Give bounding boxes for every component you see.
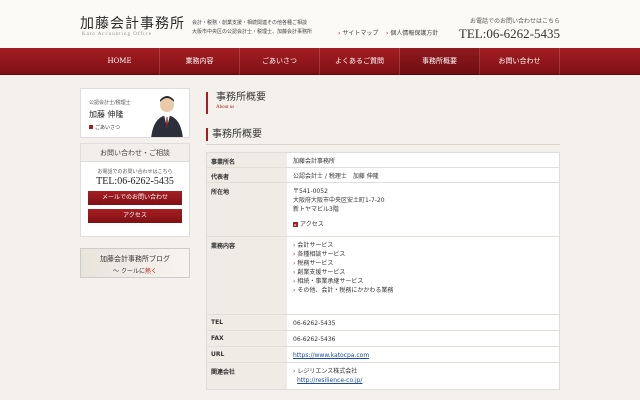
- page-heading: 事務所概要 About us: [206, 92, 266, 114]
- mail-contact-button[interactable]: メールでのお問い合わせ: [88, 191, 182, 205]
- service-item-succession[interactable]: › 相続・事業承継サービス: [293, 277, 553, 286]
- service-item-tax[interactable]: › 税務サービス: [293, 259, 553, 268]
- section-divider: [206, 144, 560, 145]
- site-logo-subtitle: Kato Accounting Office: [82, 32, 152, 37]
- section-title: 事務所概要: [206, 128, 560, 141]
- table-row: 業務内容 › 会計サービス › 各種相談サービス › 税務サービス › 創業支援サービス…: [207, 237, 559, 315]
- access-button[interactable]: アクセス: [88, 209, 182, 223]
- related-company-label-text: レジリエンス株式会社: [297, 368, 358, 375]
- page-subtitle: About us: [216, 105, 235, 110]
- table-row: 代表者 公認会計士 / 税理士 加藤 伸隆: [207, 168, 559, 183]
- representative-label: 代表者: [207, 168, 287, 182]
- fax-label: FAX: [207, 331, 287, 346]
- website-link[interactable]: https://www.katocpa.com: [293, 352, 369, 359]
- url-label: URL: [207, 347, 287, 362]
- nav-contact[interactable]: お問い合わせ: [480, 48, 560, 75]
- blog-banner[interactable]: 加藤会計事務所ブログ ～ クールに熱く: [80, 248, 190, 278]
- service-item-accounting[interactable]: › 会計サービス: [293, 241, 553, 250]
- service-label: 会計サービス: [297, 242, 334, 249]
- blog-title: 加藤会計事務所ブログ: [100, 255, 170, 263]
- table-row: TEL 06-6262-5435: [207, 315, 559, 331]
- profile-greeting-label: ごあいさつ: [95, 125, 121, 131]
- contact-box: お問い合わせ・ご相談 お電話でのお問い合わせはこちら TEL:06-6262-5…: [80, 143, 190, 237]
- nav-home[interactable]: HOME: [80, 48, 160, 75]
- arrow-right-icon: ›: [338, 30, 341, 37]
- site-header: 加藤会計事務所 Kato Accounting Office 会計・税務・創業支…: [0, 0, 640, 48]
- header-tel-number[interactable]: TEL:06-6262-5435: [459, 26, 560, 42]
- blog-subtitle-hot: 熱く: [144, 268, 157, 275]
- office-name-value: 加藤会計事務所: [293, 158, 336, 165]
- arrow-right-icon: ›: [293, 260, 296, 267]
- header-tagline: 会計・税務・創業支援・相続関連その他各種ご相談 大阪市中央区の公認会計士・税理士…: [192, 19, 312, 37]
- page-title: 事務所概要: [216, 92, 266, 103]
- sitemap-label: サイトマップ: [342, 30, 379, 37]
- service-label: 各種相談サービス: [297, 251, 346, 258]
- arrow-right-icon: ›: [293, 368, 296, 375]
- access-link-label: アクセス: [300, 221, 324, 228]
- contact-tel-number[interactable]: TEL:06-6262-5435: [81, 176, 189, 187]
- arrow-right-icon: ›: [386, 30, 389, 37]
- contact-tel-label: お電話でのお問い合わせはこちら: [97, 169, 173, 175]
- profile-greeting-link[interactable]: ごあいさつ: [89, 124, 120, 131]
- fax-value: 06-6262-5436: [293, 336, 336, 343]
- service-label: 創業支援サービス: [297, 269, 346, 276]
- service-item-startup[interactable]: › 創業支援サービス: [293, 268, 553, 277]
- blog-subtitle: ～ クールに熱く: [81, 266, 189, 275]
- arrow-right-icon: ›: [293, 251, 296, 258]
- site-logo[interactable]: 加藤会計事務所: [80, 13, 185, 33]
- service-label: 相続・事業承継サービス: [297, 278, 364, 285]
- privacy-label: 個人情報保護方針: [390, 30, 439, 37]
- nav-about[interactable]: 事務所概要: [400, 48, 480, 75]
- square-bullet-icon: [89, 125, 93, 129]
- service-label: その他、会計・税務にかかわる業務: [297, 287, 394, 294]
- profile-banner[interactable]: 公認会計士/税理士 加藤 伸隆 ごあいさつ: [80, 88, 190, 138]
- blog-subtitle-prefix: ～ クールに: [113, 268, 145, 275]
- table-row: 事業所名 加藤会計事務所: [207, 153, 559, 168]
- header-tagline-line-2: 大阪市中央区の公認会計士・税理士、加藤会計事務所: [192, 29, 313, 35]
- person-photo: [151, 96, 183, 137]
- arrow-right-icon: ›: [293, 242, 296, 249]
- related-company-name[interactable]: › レジリエンス株式会社: [293, 368, 357, 375]
- link-arrow-icon: ▸: [293, 222, 298, 227]
- privacy-link[interactable]: › 個人情報保護方針: [386, 28, 438, 37]
- related-company-link[interactable]: http://resilience-co.jp/: [293, 376, 553, 385]
- table-row: FAX 06-6262-5436: [207, 331, 559, 347]
- access-link[interactable]: ▸ アクセス: [293, 220, 553, 229]
- header-tel: お電話でのお問い合わせはこちら TEL:06-6262-5435: [459, 16, 560, 42]
- sitemap-link[interactable]: › サイトマップ: [338, 28, 378, 37]
- tel-label: TEL: [207, 315, 287, 330]
- office-info-table: 事業所名 加藤会計事務所 代表者 公認会計士 / 税理士 加藤 伸隆 所在地 〒…: [206, 152, 560, 390]
- address-label: 所在地: [207, 183, 287, 236]
- services-label: 業務内容: [207, 237, 287, 314]
- office-name-label: 事業所名: [207, 153, 287, 167]
- global-nav: HOME 業務内容 ごあいさつ よくあるご質問 事務所概要 お問い合わせ: [0, 48, 640, 75]
- address-value: 〒541-0052 大阪府大阪市中央区安土町1-7-20 新トヤマビル3階 ▸ ア…: [287, 183, 559, 236]
- address-line-1: 大阪府大阪市中央区安土町1-7-20: [293, 197, 385, 204]
- tel-value: 06-6262-5435: [293, 320, 336, 327]
- service-item-consulting[interactable]: › 各種相談サービス: [293, 250, 553, 259]
- nav-services[interactable]: 業務内容: [160, 48, 240, 75]
- table-row: 関連会社 › レジリエンス株式会社 http://resilience-co.jp…: [207, 363, 559, 389]
- nav-faq[interactable]: よくあるご質問: [320, 48, 400, 75]
- address-postal: 〒541-0052: [293, 188, 328, 195]
- header-tel-label: お電話でのお問い合わせはこちら: [469, 18, 560, 25]
- arrow-right-icon: ›: [293, 287, 296, 294]
- related-company-cell: › レジリエンス株式会社 http://resilience-co.jp/: [287, 363, 559, 389]
- arrow-right-icon: ›: [293, 278, 296, 285]
- representative-value: 公認会計士 / 税理士 加藤 伸隆: [293, 173, 379, 180]
- related-company-label: 関連会社: [207, 363, 287, 389]
- url-cell: https://www.katocpa.com: [287, 347, 559, 362]
- table-row: 所在地 〒541-0052 大阪府大阪市中央区安土町1-7-20 新トヤマビル3…: [207, 183, 559, 237]
- arrow-right-icon: ›: [293, 269, 296, 276]
- nav-greeting[interactable]: ごあいさつ: [240, 48, 320, 75]
- profile-role: 公認会計士/税理士: [89, 100, 131, 106]
- profile-name: 加藤 伸隆: [89, 110, 124, 119]
- services-list: › 会計サービス › 各種相談サービス › 税務サービス › 創業支援サービス › 相続・…: [287, 237, 559, 314]
- address-line-2: 新トヤマビル3階: [293, 206, 339, 213]
- service-item-other[interactable]: › その他、会計・税務にかかわる業務: [293, 286, 553, 295]
- contact-title: お問い合わせ・ご相談: [81, 144, 189, 162]
- header-tagline-line-1: 会計・税務・創業支援・相続関連その他各種ご相談: [192, 20, 308, 26]
- service-label: 税務サービス: [297, 260, 334, 267]
- table-row: URL https://www.katocpa.com: [207, 347, 559, 363]
